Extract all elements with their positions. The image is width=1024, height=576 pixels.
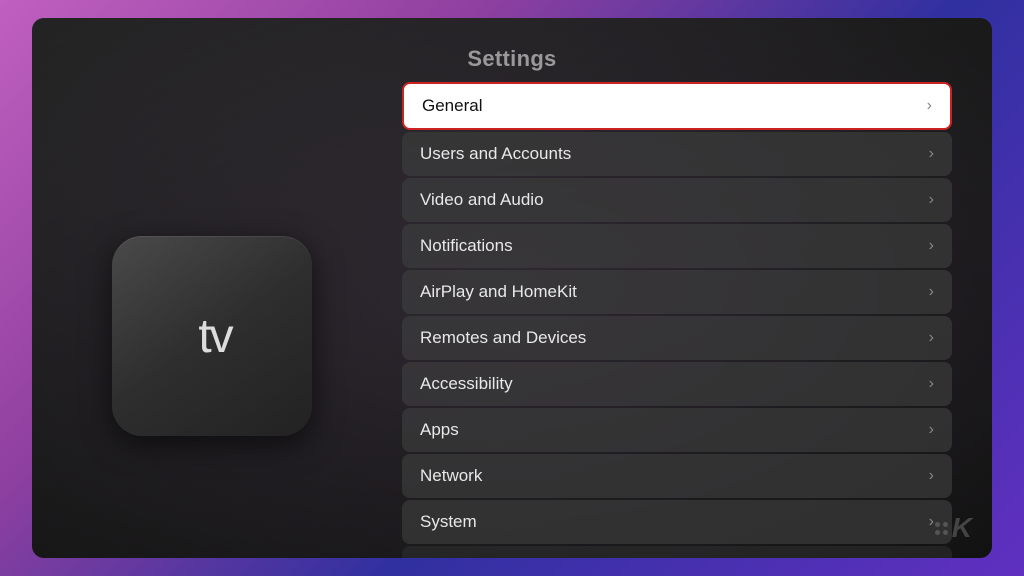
chevron-icon-airplay-homekit: › <box>929 283 934 301</box>
settings-label-general: General <box>422 96 482 116</box>
settings-label-system: System <box>420 512 477 532</box>
watermark: K <box>935 512 972 544</box>
settings-item-accessibility[interactable]: Accessibility › <box>402 362 952 406</box>
settings-item-airplay-homekit[interactable]: AirPlay and HomeKit › <box>402 270 952 314</box>
appletv-logo: tv <box>192 309 231 364</box>
settings-item-system[interactable]: System › <box>402 500 952 544</box>
settings-item-general[interactable]: General › <box>402 82 952 130</box>
content-area: tv General›Users and Accounts›Video and … <box>32 82 992 558</box>
chevron-icon-users-accounts: › <box>929 145 934 163</box>
settings-item-apps[interactable]: Apps › <box>402 408 952 452</box>
settings-label-users-accounts: Users and Accounts <box>420 144 571 164</box>
chevron-icon-notifications: › <box>929 237 934 255</box>
chevron-icon-video-audio: › <box>929 191 934 209</box>
dot <box>935 530 940 535</box>
settings-label-remotes-devices: Remotes and Devices <box>420 328 586 348</box>
settings-label-network: Network <box>420 466 482 486</box>
dot <box>943 522 948 527</box>
screen-container: Settings tv General›Users and Accounts›V… <box>32 18 992 558</box>
device-panel: tv <box>72 236 352 436</box>
watermark-k: K <box>952 512 972 544</box>
watermark-dots <box>935 522 948 535</box>
settings-panel: General›Users and Accounts›Video and Aud… <box>402 82 952 558</box>
tv-label: tv <box>198 309 231 364</box>
settings-item-network[interactable]: Network › <box>402 454 952 498</box>
settings-label-notifications: Notifications <box>420 236 513 256</box>
settings-label-video-audio: Video and Audio <box>420 190 544 210</box>
settings-item-remotes-devices[interactable]: Remotes and Devices › <box>402 316 952 360</box>
settings-item-sleep-now[interactable]: Sleep Now <box>402 546 952 558</box>
chevron-icon-system: › <box>929 513 934 531</box>
page-title: Settings <box>467 46 556 72</box>
settings-label-airplay-homekit: AirPlay and HomeKit <box>420 282 577 302</box>
chevron-icon-remotes-devices: › <box>929 329 934 347</box>
settings-label-apps: Apps <box>420 420 459 440</box>
dot <box>943 530 948 535</box>
chevron-icon-network: › <box>929 467 934 485</box>
chevron-icon-accessibility: › <box>929 375 934 393</box>
chevron-icon-apps: › <box>929 421 934 439</box>
settings-item-video-audio[interactable]: Video and Audio › <box>402 178 952 222</box>
settings-item-notifications[interactable]: Notifications › <box>402 224 952 268</box>
dot <box>935 522 940 527</box>
chevron-icon-general: › <box>927 97 932 115</box>
settings-label-accessibility: Accessibility <box>420 374 513 394</box>
settings-item-users-accounts[interactable]: Users and Accounts › <box>402 132 952 176</box>
appletv-device: tv <box>112 236 312 436</box>
